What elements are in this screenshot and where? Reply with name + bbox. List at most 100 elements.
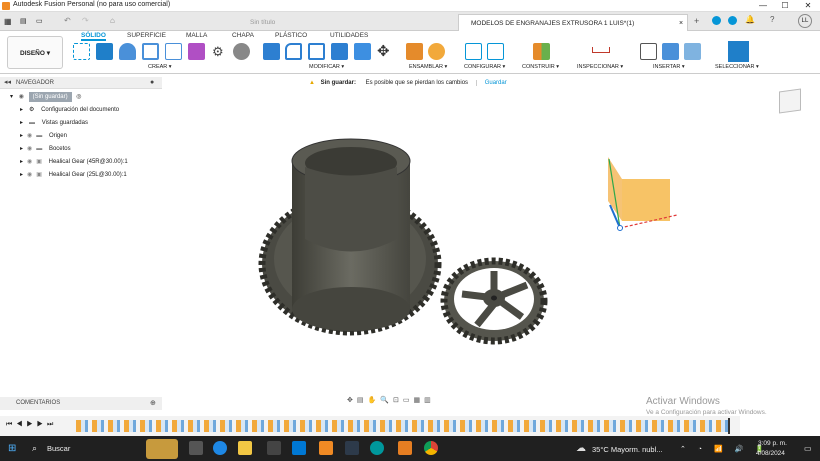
combine-icon[interactable]: [354, 43, 371, 60]
navigator-pin-icon[interactable]: ●: [150, 77, 154, 89]
store-icon[interactable]: [267, 441, 281, 455]
new-component-icon[interactable]: [406, 43, 423, 60]
insert-derive-icon[interactable]: [640, 43, 657, 60]
timeline-marker[interactable]: [728, 418, 730, 434]
extrude-icon[interactable]: [96, 43, 113, 60]
file-icon[interactable]: ▤: [20, 17, 27, 25]
clock-time[interactable]: 3:09 p. m.: [758, 440, 787, 447]
search-icon[interactable]: ⌕: [32, 443, 37, 454]
tree-item-origin[interactable]: ▸ ◉ ▬ Origen: [20, 130, 67, 143]
modify-menu[interactable]: MODIFICAR ▾: [309, 64, 344, 70]
select-icon[interactable]: [728, 41, 749, 62]
tab-solid[interactable]: SÓLIDO: [81, 32, 106, 41]
fit-icon[interactable]: ⊡: [393, 397, 403, 404]
workspace-switcher[interactable]: DISEÑO ▾: [7, 36, 63, 69]
maximize-button[interactable]: ☐: [774, 0, 796, 12]
clock-date[interactable]: 4/08/2024: [756, 450, 785, 457]
expand-icon[interactable]: ▾: [10, 94, 13, 100]
tab-active-document[interactable]: MODELOS DE ENGRANAJES EXTRUSORA 1 LUIS*(…: [458, 14, 688, 31]
close-tab-icon[interactable]: ×: [679, 15, 683, 32]
weather-text[interactable]: 35°C Mayorm. nubl...: [592, 445, 663, 454]
3d-viewport[interactable]: ✥▤✋🔍⊡▭▦▥: [162, 88, 820, 404]
grid-settings-icon[interactable]: ▦: [413, 397, 424, 404]
edge-icon[interactable]: [213, 441, 227, 455]
visibility-eye-icon[interactable]: ◉: [27, 146, 32, 152]
configure-menu[interactable]: CONFIGURAR ▾: [464, 64, 505, 70]
measure-icon[interactable]: [592, 47, 610, 53]
tab-mesh[interactable]: MALLA: [186, 32, 207, 39]
insert-mesh-icon[interactable]: [662, 43, 679, 60]
select-menu[interactable]: SELECCIONAR ▾: [715, 64, 759, 70]
pattern-icon[interactable]: [165, 43, 182, 60]
look-at-icon[interactable]: ▤: [357, 397, 368, 404]
create-menu[interactable]: CREAR ▾: [148, 64, 172, 70]
revolve-icon[interactable]: [119, 43, 136, 60]
coil-icon[interactable]: [233, 43, 250, 60]
press-pull-icon[interactable]: [263, 43, 280, 60]
tree-item-saved-views[interactable]: ▸ ▬ Vistas guardadas: [20, 117, 88, 130]
grid-menu-icon[interactable]: ▦: [4, 17, 12, 26]
display-settings-icon[interactable]: ▭: [403, 397, 414, 404]
minimize-button[interactable]: —: [752, 0, 774, 12]
notifications-icon[interactable]: 🔔: [745, 15, 755, 24]
hole-icon[interactable]: [142, 43, 159, 60]
tree-item-doc-settings[interactable]: ▸ ⚙ Configuración del documento: [20, 104, 119, 117]
terminal-icon[interactable]: [345, 441, 359, 455]
add-comment-icon[interactable]: ⊕: [150, 397, 156, 410]
move-icon[interactable]: ✥: [377, 42, 390, 60]
zoom-icon[interactable]: 🔍: [380, 397, 393, 404]
chamfer-icon[interactable]: [308, 43, 325, 60]
save-link[interactable]: Guardar: [475, 80, 507, 86]
tree-item-sketches[interactable]: ▸ ◉ ▬ Bocetos: [20, 143, 71, 156]
shell-icon[interactable]: [331, 43, 348, 60]
sketch-icon[interactable]: [73, 43, 90, 60]
viewports-icon[interactable]: ▥: [424, 397, 435, 404]
configure-icon[interactable]: [487, 43, 504, 60]
construct-plane-icon[interactable]: [533, 43, 550, 60]
insert-menu[interactable]: INSERTAR ▾: [653, 64, 685, 70]
save-icon[interactable]: ▭: [36, 17, 43, 25]
activate-icon[interactable]: ◎: [76, 94, 81, 100]
visibility-eye-icon[interactable]: ◉: [19, 94, 24, 100]
start-icon[interactable]: ⊞: [8, 443, 16, 454]
tab-utilities[interactable]: UTILIDADES: [330, 32, 368, 39]
gear-icon[interactable]: ⚙: [212, 44, 224, 60]
form-icon[interactable]: [188, 43, 205, 60]
visibility-eye-icon[interactable]: ◉: [27, 172, 32, 178]
chrome-icon[interactable]: [424, 441, 438, 455]
tab-plastic[interactable]: PLÁSTICO: [275, 32, 307, 39]
fillet-icon[interactable]: [285, 43, 302, 60]
large-helical-gear[interactable]: [258, 138, 442, 336]
file-explorer-icon[interactable]: [238, 441, 252, 455]
joint-icon[interactable]: [428, 43, 445, 60]
taskbar-search[interactable]: Buscar: [47, 444, 70, 453]
inspect-menu[interactable]: INSPECCIONAR ▾: [577, 64, 623, 70]
task-view-icon[interactable]: [189, 441, 203, 455]
pan-icon[interactable]: ✋: [368, 397, 381, 404]
tree-item-gear-1[interactable]: ▸ ◉ ▣ Healical Gear (45R@30.00):1: [20, 156, 128, 169]
close-button[interactable]: ✕: [797, 0, 819, 12]
collapse-icon[interactable]: ◂◂: [4, 77, 11, 89]
home-icon[interactable]: ⌂: [110, 16, 115, 25]
view-cube[interactable]: [779, 88, 801, 114]
user-avatar[interactable]: LL: [798, 14, 812, 28]
extensions-icon[interactable]: [712, 16, 721, 25]
job-status-icon[interactable]: [728, 16, 737, 25]
redo-icon[interactable]: ↷: [82, 16, 89, 25]
tree-root[interactable]: ▾ ◉ (Sin guardar) ◎: [10, 91, 82, 104]
timeline-features[interactable]: [76, 420, 728, 432]
help-icon[interactable]: ?: [770, 15, 774, 24]
visibility-eye-icon[interactable]: ◉: [27, 133, 32, 139]
parameters-icon[interactable]: [465, 43, 482, 60]
small-helical-gear[interactable]: [440, 257, 548, 345]
assemble-menu[interactable]: ENSAMBLAR ▾: [409, 64, 447, 70]
tree-item-gear-2[interactable]: ▸ ◉ ▣ Healical Gear (25L@30.00):1: [20, 169, 127, 182]
orbit-icon[interactable]: ✥: [347, 397, 357, 404]
arduino-icon[interactable]: [370, 441, 384, 455]
new-tab-button[interactable]: +: [694, 16, 699, 26]
tab-surface[interactable]: SUPERFICIE: [127, 32, 166, 39]
insert-canvas-icon[interactable]: [684, 43, 701, 60]
notification-icon[interactable]: ▭: [804, 444, 812, 453]
fusion-taskbar-icon[interactable]: [319, 441, 333, 455]
undo-icon[interactable]: ↶: [64, 16, 71, 25]
